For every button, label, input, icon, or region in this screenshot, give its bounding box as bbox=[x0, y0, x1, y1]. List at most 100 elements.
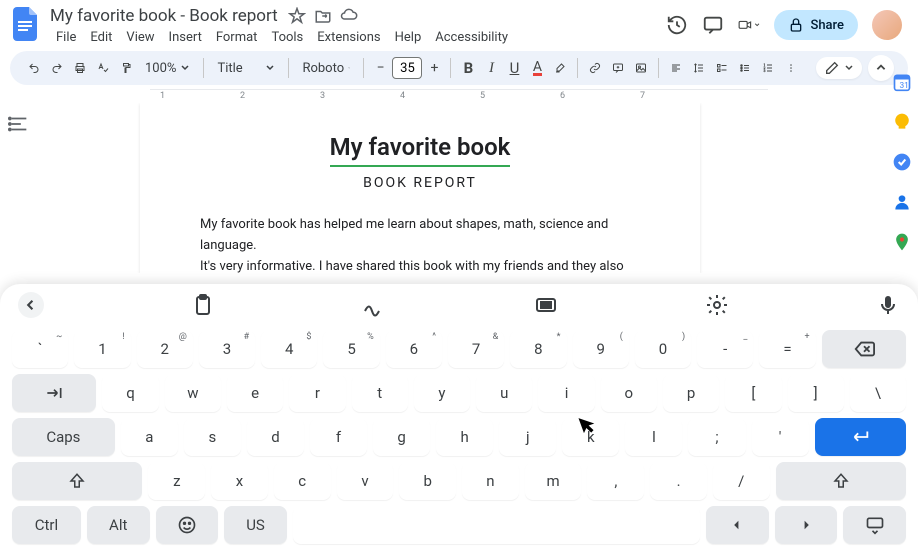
insert-image-icon[interactable] bbox=[631, 58, 651, 78]
key-ctrl[interactable]: Ctrl bbox=[12, 506, 81, 544]
key-e[interactable]: e bbox=[227, 374, 283, 412]
key-z[interactable]: z bbox=[148, 462, 205, 500]
account-avatar[interactable] bbox=[872, 10, 902, 40]
key-o[interactable]: o bbox=[601, 374, 657, 412]
mic-icon[interactable] bbox=[876, 293, 900, 317]
key-v[interactable]: v bbox=[337, 462, 394, 500]
key-space[interactable] bbox=[293, 506, 700, 544]
numbered-list-icon[interactable]: 123 bbox=[758, 58, 778, 78]
key--[interactable]: -_ bbox=[697, 330, 753, 368]
key-g[interactable]: g bbox=[373, 418, 430, 456]
horizontal-ruler[interactable]: 1 2 3 4 5 6 7 bbox=[150, 89, 768, 103]
key-u[interactable]: u bbox=[476, 374, 532, 412]
checklist-icon[interactable] bbox=[712, 58, 732, 78]
key-k[interactable]: k bbox=[562, 418, 619, 456]
key-shift-left[interactable] bbox=[12, 462, 142, 500]
key-t[interactable]: t bbox=[352, 374, 408, 412]
menu-edit[interactable]: Edit bbox=[84, 28, 118, 47]
key-d[interactable]: d bbox=[247, 418, 304, 456]
key-c[interactable]: c bbox=[274, 462, 331, 500]
key-backspace[interactable] bbox=[822, 330, 906, 368]
text-color-icon[interactable]: A bbox=[527, 58, 547, 78]
underline-icon[interactable]: U bbox=[504, 58, 524, 78]
menu-extensions[interactable]: Extensions bbox=[311, 28, 386, 47]
key-emoji[interactable] bbox=[156, 506, 219, 544]
key-q[interactable]: q bbox=[102, 374, 158, 412]
highlight-icon[interactable] bbox=[550, 58, 570, 78]
italic-icon[interactable]: I bbox=[481, 58, 501, 78]
key-1[interactable]: 1! bbox=[74, 330, 130, 368]
key-f[interactable]: f bbox=[310, 418, 367, 456]
undo-icon[interactable] bbox=[24, 58, 44, 78]
key-h[interactable]: h bbox=[436, 418, 493, 456]
key-'[interactable]: ' bbox=[752, 418, 809, 456]
cloud-status-icon[interactable] bbox=[340, 7, 358, 25]
key-arrow-right[interactable] bbox=[775, 506, 838, 544]
redo-icon[interactable] bbox=[47, 58, 67, 78]
key-,[interactable]: , bbox=[587, 462, 644, 500]
keyboard-back-icon[interactable] bbox=[18, 292, 44, 318]
key-3[interactable]: 3# bbox=[199, 330, 255, 368]
font-size-input[interactable]: 35 bbox=[392, 57, 422, 79]
key-j[interactable]: j bbox=[499, 418, 556, 456]
key-][interactable]: ] bbox=[788, 374, 844, 412]
tasks-app-icon[interactable] bbox=[892, 152, 912, 172]
font-size-increase[interactable]: + bbox=[425, 59, 443, 77]
zoom-dropdown[interactable]: 100% bbox=[139, 57, 196, 80]
key-\[interactable]: \ bbox=[850, 374, 906, 412]
clipboard-icon[interactable] bbox=[191, 293, 215, 317]
more-icon[interactable] bbox=[781, 58, 801, 78]
handwriting-icon[interactable] bbox=[362, 293, 386, 317]
floating-keyboard-icon[interactable] bbox=[534, 293, 558, 317]
bold-icon[interactable]: B bbox=[458, 58, 478, 78]
paint-format-icon[interactable] bbox=[116, 58, 136, 78]
key-caps[interactable]: Caps bbox=[12, 418, 115, 456]
menu-tools[interactable]: Tools bbox=[265, 28, 309, 47]
maps-app-icon[interactable] bbox=[892, 232, 912, 252]
meet-icon[interactable] bbox=[738, 14, 760, 36]
share-button[interactable]: Share bbox=[774, 10, 858, 40]
insert-link-icon[interactable] bbox=[585, 58, 605, 78]
key-n[interactable]: n bbox=[462, 462, 519, 500]
key-9[interactable]: 9( bbox=[573, 330, 629, 368]
font-dropdown[interactable]: Roboto bbox=[296, 57, 356, 80]
key-alt[interactable]: Alt bbox=[87, 506, 150, 544]
menu-file[interactable]: File bbox=[50, 28, 82, 47]
key-.[interactable]: . bbox=[650, 462, 707, 500]
menu-format[interactable]: Format bbox=[210, 28, 264, 47]
align-icon[interactable] bbox=[666, 58, 686, 78]
keep-app-icon[interactable] bbox=[892, 112, 912, 132]
move-icon[interactable] bbox=[314, 7, 332, 25]
settings-icon[interactable] bbox=[705, 293, 729, 317]
key-`[interactable]: `~ bbox=[12, 330, 68, 368]
document-title[interactable]: My favorite book - Book report bbox=[50, 6, 278, 26]
key-/[interactable]: / bbox=[713, 462, 770, 500]
document-outline-icon[interactable] bbox=[8, 113, 30, 135]
key-0[interactable]: 0) bbox=[635, 330, 691, 368]
key-p[interactable]: p bbox=[663, 374, 719, 412]
contacts-app-icon[interactable] bbox=[892, 192, 912, 212]
font-size-decrease[interactable]: − bbox=[371, 59, 389, 77]
key-m[interactable]: m bbox=[525, 462, 582, 500]
spellcheck-icon[interactable] bbox=[93, 58, 113, 78]
key-language[interactable]: US bbox=[224, 506, 287, 544]
menu-help[interactable]: Help bbox=[389, 28, 428, 47]
key-a[interactable]: a bbox=[121, 418, 178, 456]
document-page[interactable]: My favorite book BOOK REPORT My favorite… bbox=[140, 103, 700, 273]
key-y[interactable]: y bbox=[414, 374, 470, 412]
key-x[interactable]: x bbox=[211, 462, 268, 500]
bulleted-list-icon[interactable] bbox=[735, 58, 755, 78]
star-icon[interactable] bbox=[288, 7, 306, 25]
key-b[interactable]: b bbox=[399, 462, 456, 500]
menu-insert[interactable]: Insert bbox=[163, 28, 208, 47]
key-r[interactable]: r bbox=[289, 374, 345, 412]
key-7[interactable]: 7& bbox=[448, 330, 504, 368]
docs-app-icon[interactable] bbox=[12, 6, 40, 42]
key-;[interactable]: ; bbox=[688, 418, 745, 456]
key-i[interactable]: i bbox=[538, 374, 594, 412]
insert-comment-icon[interactable] bbox=[608, 58, 628, 78]
key-enter[interactable] bbox=[815, 418, 906, 456]
collapse-toolbar-icon[interactable] bbox=[868, 55, 894, 81]
history-icon[interactable] bbox=[666, 14, 688, 36]
key-[[interactable]: [ bbox=[725, 374, 781, 412]
